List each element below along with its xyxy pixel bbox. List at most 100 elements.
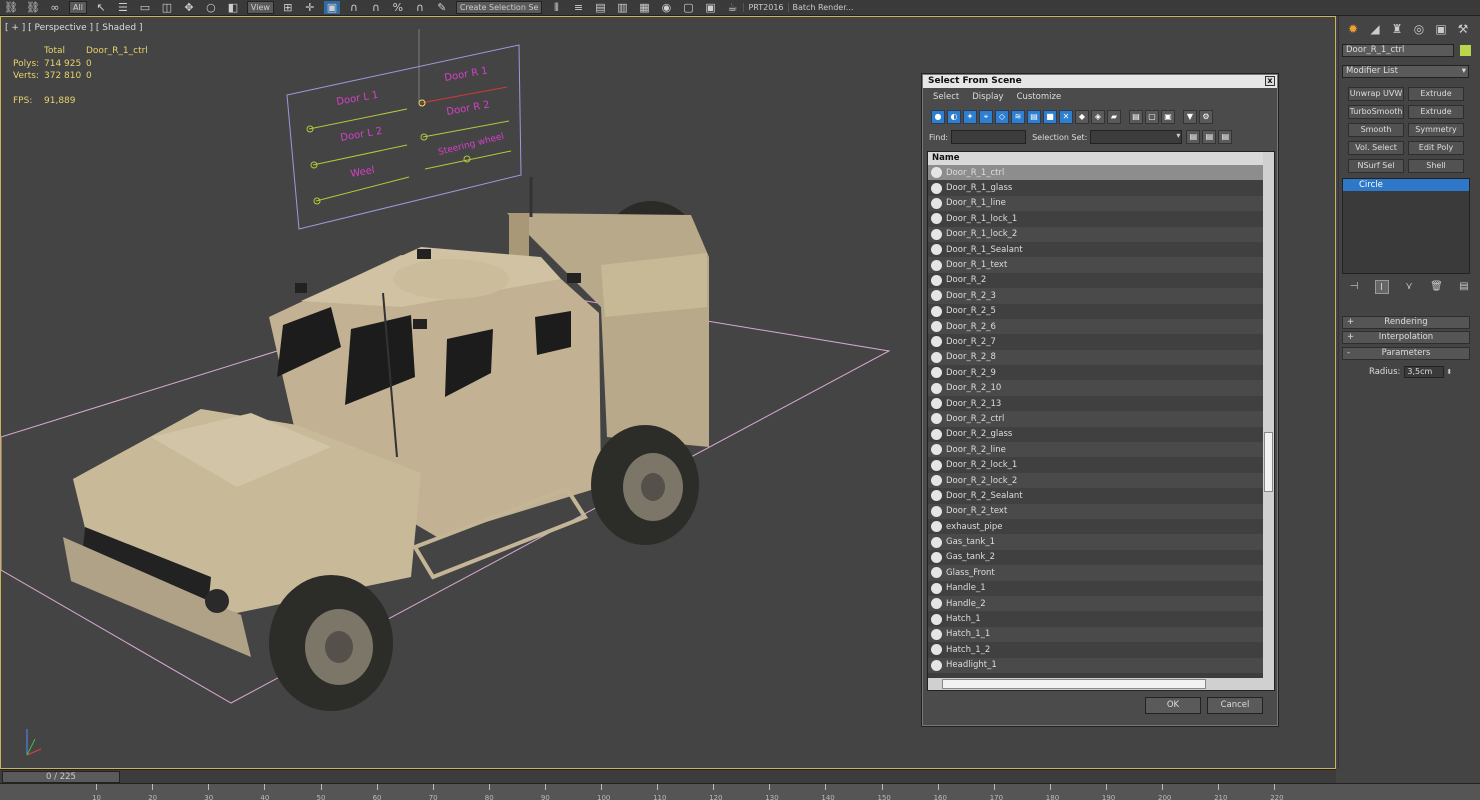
viewport-label[interactable]: [ + ] [ Perspective ] [ Shaded ]: [5, 23, 143, 33]
list-item[interactable]: Door_R_2_3: [928, 288, 1264, 304]
modifier-list-dropdown[interactable]: Modifier List: [1342, 65, 1469, 78]
list-item[interactable]: Door_R_2_10: [928, 380, 1264, 396]
display-helpers-icon[interactable]: ◇: [995, 110, 1009, 124]
list-item[interactable]: Hatch_1: [928, 611, 1264, 627]
render-icon[interactable]: ☕: [724, 1, 740, 14]
percent-snap-icon[interactable]: %: [390, 1, 406, 14]
list-item[interactable]: Door_R_2_Sealant: [928, 488, 1264, 504]
list-item[interactable]: Door_R_2_7: [928, 334, 1264, 350]
radius-spinner[interactable]: 3,5cm: [1404, 366, 1445, 378]
display-hidden-icon[interactable]: ▰: [1107, 110, 1121, 124]
modifier-button[interactable]: Extrude: [1408, 105, 1464, 119]
modifier-button[interactable]: NSurf Sel: [1348, 159, 1404, 173]
prt-label[interactable]: PRT2016: [743, 3, 787, 12]
list-item[interactable]: Door_R_1_line: [928, 195, 1264, 212]
select-invert-icon[interactable]: ▣: [1161, 110, 1175, 124]
configure-sets-icon[interactable]: ▤: [1457, 280, 1471, 294]
schematic-icon[interactable]: ▦: [636, 1, 652, 14]
list-item[interactable]: Door_R_2_glass: [928, 426, 1264, 443]
list-item[interactable]: Door_R_2_lock_2: [928, 472, 1264, 489]
list-item[interactable]: Glass_Front: [928, 565, 1264, 581]
display-frozen-icon[interactable]: ◈: [1091, 110, 1105, 124]
vehicle-model[interactable]: [63, 177, 709, 711]
select-manipulate-icon[interactable]: ✛: [302, 1, 318, 14]
selection-set-dropdown[interactable]: [1090, 130, 1183, 144]
close-icon[interactable]: x: [1265, 76, 1275, 86]
list-item[interactable]: Door_R_2_5: [928, 303, 1264, 319]
scale-icon[interactable]: ◧: [225, 1, 241, 14]
list-item[interactable]: Headlight_1: [928, 657, 1264, 673]
modifier-button[interactable]: TurboSmooth: [1348, 105, 1404, 119]
rotate-icon[interactable]: ○: [203, 1, 219, 14]
remove-selection-set-icon[interactable]: ▤: [1202, 130, 1217, 144]
list-item[interactable]: Door_R_1_Sealant: [928, 241, 1264, 258]
column-header-name[interactable]: Name: [928, 152, 1264, 165]
reference-coord-combo[interactable]: View: [246, 1, 274, 14]
display-tab-icon[interactable]: ▣: [1433, 22, 1449, 36]
track-bar[interactable]: 10 20 30 40 50 60 70 80 90 100 110 120 130 140 150 160 1…: [0, 783, 1480, 800]
filter-settings-icon[interactable]: ⚙: [1199, 110, 1213, 124]
spinner-arrows-icon[interactable]: ⬍: [1446, 368, 1452, 376]
display-cameras-icon[interactable]: ⌖: [979, 110, 993, 124]
list-item[interactable]: Door_R_1_lock_1: [928, 211, 1264, 227]
list-item[interactable]: Gas_tank_2: [928, 549, 1264, 566]
list-item[interactable]: exhaust_pipe: [928, 518, 1264, 535]
modifier-button[interactable]: Symmetry: [1408, 123, 1464, 137]
list-item[interactable]: Door_R_2_lock_1: [928, 457, 1264, 473]
motion-tab-icon[interactable]: ◎: [1411, 22, 1427, 36]
keyboard-shortcut-icon[interactable]: ▣: [323, 1, 340, 14]
modifier-button[interactable]: Edit Poly: [1408, 141, 1464, 155]
list-item[interactable]: Door_R_2: [928, 272, 1264, 289]
modifier-button[interactable]: Vol. Select: [1348, 141, 1404, 155]
list-item[interactable]: Handle_2: [928, 595, 1264, 612]
dialog-title-bar[interactable]: Select From Scene x: [923, 75, 1277, 88]
layer-icon[interactable]: ▤: [592, 1, 608, 14]
list-item[interactable]: Door_R_1_lock_2: [928, 226, 1264, 242]
display-shapes-icon[interactable]: ◐: [947, 110, 961, 124]
list-item[interactable]: Door_R_2_text: [928, 503, 1264, 519]
display-spacewarps-icon[interactable]: ≋: [1011, 110, 1025, 124]
show-end-result-icon[interactable]: I: [1374, 280, 1389, 294]
add-selection-set-icon[interactable]: ▤: [1186, 130, 1201, 144]
modifier-button[interactable]: Extrude: [1408, 87, 1464, 101]
modify-tab-icon[interactable]: ◢: [1367, 22, 1383, 36]
select-none-icon[interactable]: ▢: [1145, 110, 1159, 124]
make-unique-icon[interactable]: ⋎: [1402, 280, 1416, 294]
modifier-button[interactable]: Unwrap UVW: [1348, 87, 1404, 101]
unlink-icon[interactable]: ⛓: [25, 1, 41, 14]
display-groups-icon[interactable]: ▤: [1027, 110, 1041, 124]
list-item[interactable]: Door_R_2_13: [928, 395, 1264, 412]
menu-customize[interactable]: Customize: [1017, 92, 1062, 102]
cancel-button[interactable]: Cancel: [1207, 697, 1263, 714]
align-icon[interactable]: ≡: [570, 1, 586, 14]
move-icon[interactable]: ✥: [181, 1, 197, 14]
render-setup-icon[interactable]: ▢: [680, 1, 696, 14]
horizontal-scroll-thumb[interactable]: [942, 679, 1206, 689]
filter-icon[interactable]: ▼: [1183, 110, 1197, 124]
find-input[interactable]: [951, 130, 1027, 144]
select-icon[interactable]: ↖: [93, 1, 109, 14]
modifier-button[interactable]: Shell: [1408, 159, 1464, 173]
select-by-name-icon[interactable]: ☰: [115, 1, 131, 14]
menu-select[interactable]: Select: [933, 92, 959, 102]
menu-display[interactable]: Display: [972, 92, 1003, 102]
create-tab-icon[interactable]: ✹: [1345, 22, 1361, 36]
modifier-stack[interactable]: Circle: [1342, 178, 1470, 274]
spinner-snap-icon[interactable]: ∩: [412, 1, 428, 14]
pivot-icon[interactable]: ⊞: [280, 1, 296, 14]
object-name-field[interactable]: Door_R_1_ctrl: [1342, 44, 1454, 57]
list-item[interactable]: Door_R_2_8: [928, 349, 1264, 366]
select-all-icon[interactable]: ▤: [1129, 110, 1143, 124]
list-item[interactable]: Door_R_1_text: [928, 257, 1264, 273]
link-icon[interactable]: ⛓: [3, 1, 19, 14]
snap-icon[interactable]: ∩: [346, 1, 362, 14]
select-from-scene-dialog[interactable]: Select From Scene x Select Display Custo…: [922, 74, 1278, 726]
batch-render-label[interactable]: Batch Render...: [787, 3, 858, 12]
rect-select-icon[interactable]: ▭: [137, 1, 153, 14]
window-crossing-icon[interactable]: ◫: [159, 1, 175, 14]
object-color-swatch[interactable]: [1460, 45, 1471, 56]
curve-editor-icon[interactable]: ▥: [614, 1, 630, 14]
render-frame-icon[interactable]: ▣: [702, 1, 718, 14]
list-item[interactable]: Door_R_2_ctrl: [928, 411, 1264, 427]
display-containers-icon[interactable]: ◆: [1075, 110, 1089, 124]
